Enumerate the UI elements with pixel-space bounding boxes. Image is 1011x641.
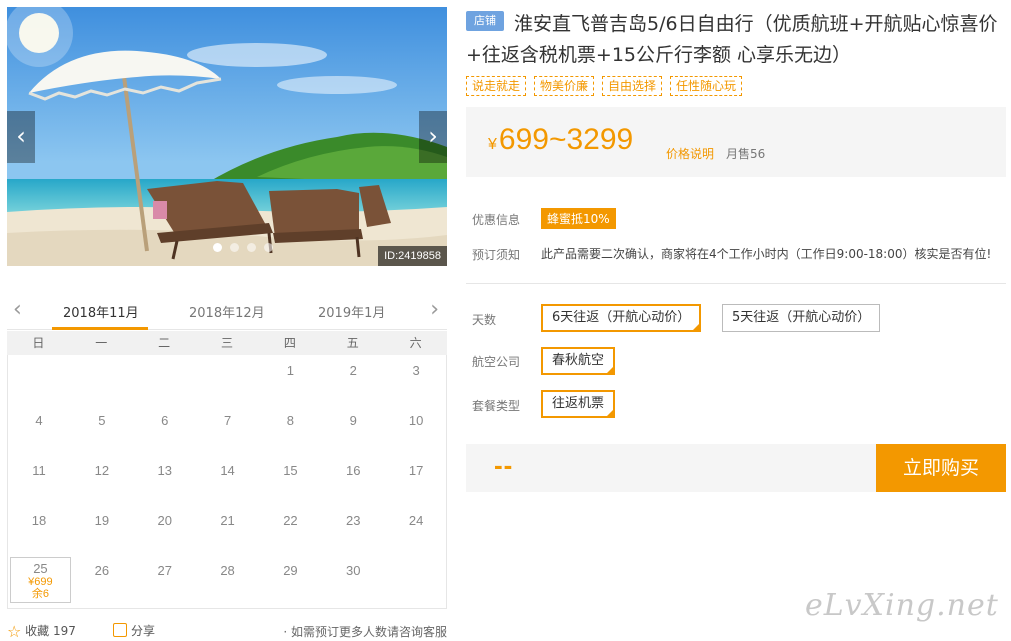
- calendar-day: 22: [283, 513, 298, 528]
- weekday-label: 日: [32, 336, 45, 350]
- star-icon: ☆: [7, 622, 22, 641]
- calendar-day: 7: [223, 413, 232, 428]
- calendar-next-icon[interactable]: ›: [430, 299, 439, 321]
- currency-symbol: ¥: [488, 136, 497, 153]
- calendar-day-price: ¥699: [28, 576, 53, 588]
- package-label: 套餐类型: [472, 399, 521, 413]
- carousel-dot[interactable]: [264, 243, 273, 252]
- calendar-day-stock: 余6: [31, 588, 49, 600]
- calendar-day: 20: [157, 513, 172, 528]
- calendar-day: 18: [31, 513, 47, 528]
- booking-label: 预订须知: [472, 248, 521, 262]
- airline-option[interactable]: 春秋航空: [541, 347, 616, 375]
- calendar-prev-icon[interactable]: ‹: [13, 299, 22, 321]
- weekday-label: 一: [95, 336, 108, 350]
- calendar-day: 2: [349, 363, 357, 378]
- calendar-day: 9: [349, 413, 357, 428]
- calendar-grid: 1 2 3 4 5 6 7 8 9 10 11 12 13 14 15 16 17 18 19 20 21 22 23 24 2…: [7, 355, 447, 609]
- product-tags: 说走就走 物美价廉 自由选择 任性随心玩: [466, 76, 743, 96]
- calendar-day: 30: [346, 563, 361, 578]
- price-note-link[interactable]: 价格说明: [666, 145, 714, 162]
- weekday-label: 三: [220, 336, 233, 350]
- calendar-weekday-header: 日 一 二 三 四 五 六: [7, 331, 447, 355]
- booking-note: 此产品需要二次确认，商家将在4个工作小时内（工作日9:00-18:00）核实是否…: [541, 247, 992, 261]
- days-label: 天数: [472, 313, 497, 327]
- calendar-day: 26: [94, 563, 110, 578]
- monthly-sales: 月售56: [726, 147, 766, 161]
- photo-id-label: ID:2419858: [378, 246, 447, 266]
- calendar-day: 15: [283, 463, 298, 478]
- feature-tag: 物美价廉: [534, 76, 595, 96]
- coupon-badge[interactable]: 蜂蜜抵10%: [541, 208, 616, 229]
- favorite-button[interactable]: ☆ 收藏 197: [7, 622, 76, 641]
- calendar-day-available[interactable]: 25 ¥699 余6: [10, 557, 71, 603]
- contact-note: · 如需预订更多人数请咨询客服: [283, 625, 447, 639]
- price-value: 699~3299: [498, 123, 634, 156]
- calendar-day: 1: [286, 363, 295, 378]
- calendar-day: 10: [408, 413, 424, 428]
- calendar-day: 5: [98, 413, 106, 428]
- beach-photo: [7, 7, 447, 266]
- feature-tag: 自由选择: [602, 76, 663, 96]
- calendar-day: 14: [220, 463, 235, 478]
- calendar-day: 8: [286, 413, 295, 428]
- calendar-month-tab[interactable]: 2018年11月: [63, 302, 139, 321]
- calendar-day: 4: [35, 413, 43, 428]
- favorite-label: 收藏: [25, 624, 50, 638]
- price-box: ¥699~3299 价格说明 月售56: [466, 107, 1006, 177]
- calendar-day: 12: [94, 463, 110, 478]
- feature-tag: 说走就走: [466, 76, 527, 96]
- carousel-next-button[interactable]: ›: [419, 111, 447, 163]
- share-label: 分享: [131, 624, 156, 638]
- calendar-month-tab[interactable]: 2019年1月: [318, 302, 385, 321]
- purchase-bar: -- 立即购买: [466, 444, 1006, 492]
- calendar-month-nav: ‹ 2018年11月 2018年12月 2019年1月 ›: [7, 294, 447, 330]
- carousel-dots: [213, 243, 273, 252]
- calendar-day-number: 25: [33, 561, 48, 576]
- calendar-day: 6: [161, 413, 169, 428]
- calendar-month-tab[interactable]: 2018年12月: [189, 302, 265, 321]
- calendar-day: 17: [408, 463, 424, 478]
- calendar-day: 24: [408, 513, 424, 528]
- carousel-dot[interactable]: [213, 243, 222, 252]
- product-title: 淮安直飞普吉岛5/6日自由行（优质航班+开航贴心惊喜价+往返含税机票+15公斤行…: [466, 13, 998, 66]
- calendar-day: 28: [220, 563, 235, 578]
- divider: [466, 283, 1006, 284]
- total-price: --: [494, 450, 514, 480]
- carousel-dot[interactable]: [230, 243, 239, 252]
- weekday-label: 二: [158, 336, 171, 350]
- feature-tag: 任性随心玩: [670, 76, 743, 96]
- share-button[interactable]: 分享: [113, 622, 155, 639]
- buy-now-button[interactable]: 立即购买: [876, 444, 1006, 492]
- product-photo-carousel[interactable]: ‹ › ID:2419858: [7, 7, 447, 266]
- site-watermark: eLvXing.net: [805, 588, 999, 623]
- product-footer-actions: ☆ 收藏 197 分享 · 如需预订更多人数请咨询客服: [7, 620, 447, 641]
- active-month-indicator: [52, 327, 148, 330]
- calendar-day: 3: [412, 363, 420, 378]
- calendar-day: 21: [220, 513, 235, 528]
- share-icon: [113, 623, 127, 637]
- calendar-day: 19: [94, 513, 110, 528]
- carousel-prev-button[interactable]: ‹: [7, 111, 35, 163]
- package-option[interactable]: 往返机票: [541, 390, 616, 418]
- days-option-6[interactable]: 6天往返（开航心动价）: [541, 304, 702, 332]
- shop-badge[interactable]: 店铺: [466, 11, 504, 31]
- price-range: ¥699~3299: [488, 123, 633, 157]
- weekday-label: 五: [346, 336, 359, 350]
- weekday-label: 四: [283, 336, 296, 350]
- favorite-count: 197: [53, 624, 76, 638]
- calendar-day: 13: [157, 463, 172, 478]
- calendar-day: 23: [346, 513, 361, 528]
- discount-label: 优惠信息: [472, 213, 521, 227]
- carousel-dot[interactable]: [247, 243, 256, 252]
- days-option-5[interactable]: 5天往返（开航心动价）: [722, 304, 881, 332]
- calendar-day: 11: [32, 463, 46, 478]
- calendar-day: 16: [346, 463, 361, 478]
- calendar-day: 29: [283, 563, 298, 578]
- calendar-day: 27: [157, 563, 172, 578]
- weekday-label: 六: [409, 336, 422, 350]
- airline-label: 航空公司: [472, 355, 521, 369]
